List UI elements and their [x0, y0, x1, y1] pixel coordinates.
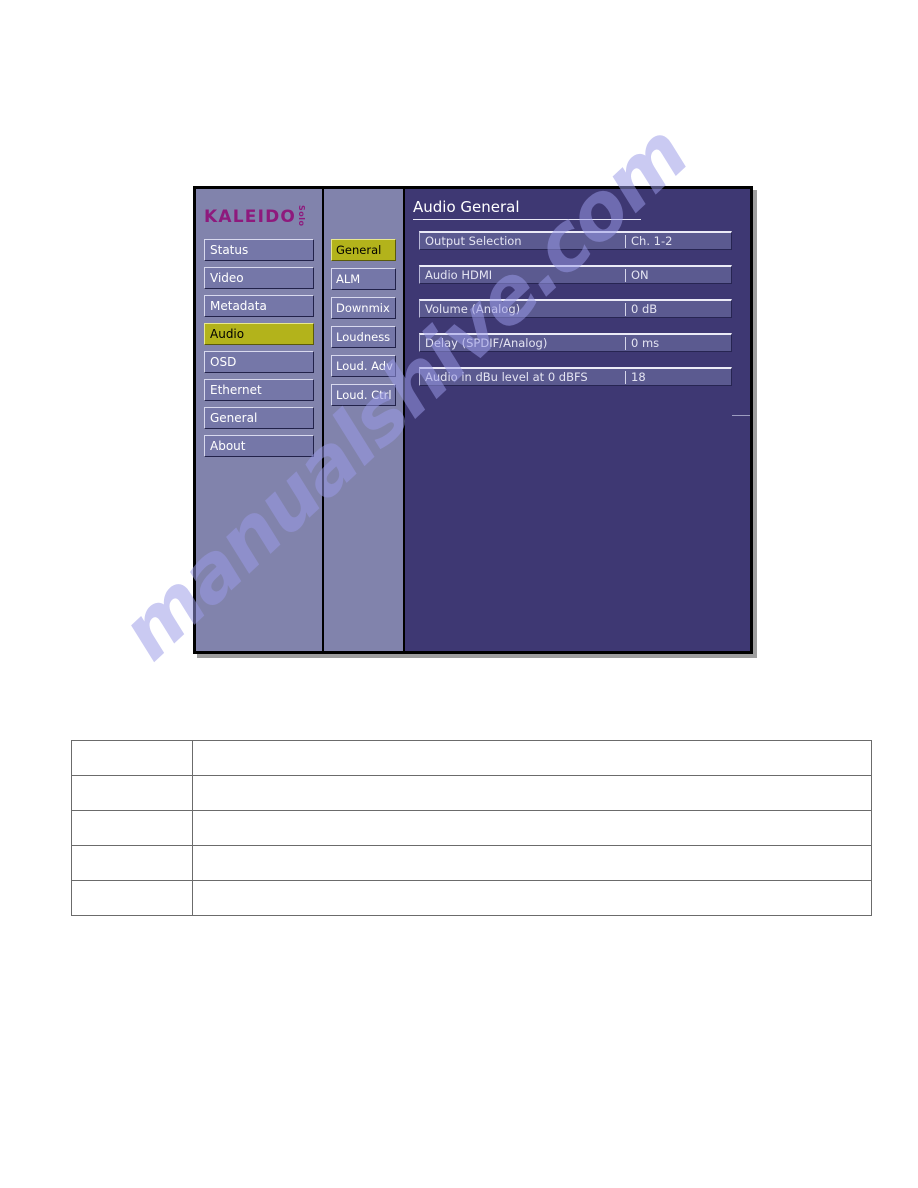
setting-value: 0 dB [631, 302, 658, 316]
info-table [71, 740, 872, 916]
table-cell-description [192, 775, 872, 811]
table-row [71, 810, 872, 846]
panel-edge-tick [732, 415, 750, 416]
content-panel: Audio General Output Selection Ch. 1-2 A… [405, 189, 750, 651]
submenu-item-loudness[interactable]: Loudness [331, 326, 396, 348]
setting-label: Delay (SPDIF/Analog) [425, 336, 548, 350]
table-cell-description [192, 740, 872, 776]
submenu-item-downmix[interactable]: Downmix [331, 297, 396, 319]
submenu-item-alm[interactable]: ALM [331, 268, 396, 290]
setting-value: 0 ms [631, 336, 660, 350]
submenu-item-general[interactable]: General [331, 239, 396, 261]
setting-label: Output Selection [425, 234, 522, 248]
table-cell-label [71, 845, 193, 881]
sub-menu-column: General ALM Downmix Loudness Loud. Adv L… [322, 189, 405, 651]
menu-item-general[interactable]: General [204, 407, 314, 429]
device-ui-columns: KALEIDO Solo Status Video Metadata Audio… [196, 189, 750, 651]
menu-item-audio[interactable]: Audio [204, 323, 314, 345]
settings-list: Output Selection Ch. 1-2 Audio HDMI ON V… [405, 231, 750, 386]
menu-item-metadata[interactable]: Metadata [204, 295, 314, 317]
menu-item-status[interactable]: Status [204, 239, 314, 261]
submenu-item-loud-ctrl[interactable]: Loud. Ctrl [331, 384, 396, 406]
setting-row-output-selection[interactable]: Output Selection Ch. 1-2 [419, 231, 732, 250]
solo-wordmark: Solo [297, 205, 306, 227]
menu-item-ethernet[interactable]: Ethernet [204, 379, 314, 401]
table-cell-label [71, 740, 193, 776]
table-cell-label [71, 810, 193, 846]
table-row [71, 740, 872, 776]
table-cell-description [192, 810, 872, 846]
device-screenshot-window: KALEIDO Solo Status Video Metadata Audio… [193, 186, 753, 654]
submenu-item-loud-adv[interactable]: Loud. Adv [331, 355, 396, 377]
panel-title: Audio General [413, 198, 520, 216]
setting-value: ON [631, 268, 649, 282]
setting-row-audio-dbu-level[interactable]: Audio in dBu level at 0 dBFS 18 [419, 367, 732, 386]
kaleido-wordmark: KALEIDO [204, 207, 297, 227]
setting-label: Audio in dBu level at 0 dBFS [425, 370, 588, 384]
table-row [71, 845, 872, 881]
main-menu-column: KALEIDO Solo Status Video Metadata Audio… [196, 189, 322, 651]
setting-value: 18 [631, 370, 646, 384]
table-cell-label [71, 775, 193, 811]
brand-logo: KALEIDO Solo [196, 189, 322, 239]
table-cell-label [71, 880, 193, 916]
setting-value: Ch. 1-2 [631, 234, 673, 248]
panel-title-underline [413, 219, 641, 220]
menu-item-osd[interactable]: OSD [204, 351, 314, 373]
table-row [71, 775, 872, 811]
setting-label: Audio HDMI [425, 268, 493, 282]
menu-item-video[interactable]: Video [204, 267, 314, 289]
setting-row-volume-analog[interactable]: Volume (Analog) 0 dB [419, 299, 732, 318]
setting-label: Volume (Analog) [425, 302, 521, 316]
table-cell-description [192, 845, 872, 881]
table-cell-description [192, 880, 872, 916]
table-row [71, 880, 872, 916]
menu-item-about[interactable]: About [204, 435, 314, 457]
setting-row-audio-hdmi[interactable]: Audio HDMI ON [419, 265, 732, 284]
setting-row-delay-spdif-analog[interactable]: Delay (SPDIF/Analog) 0 ms [419, 333, 732, 352]
